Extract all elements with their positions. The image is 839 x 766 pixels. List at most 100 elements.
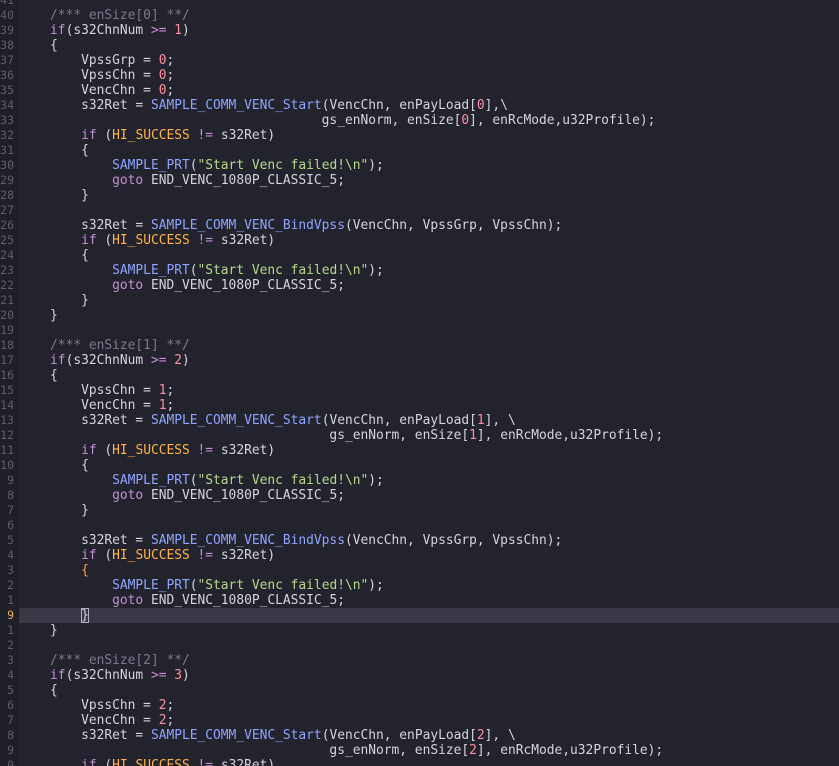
code-line[interactable]: VpssChn = 2; [19,698,839,713]
code-token-plain: ( [96,443,113,458]
code-line[interactable] [19,323,839,338]
code-line[interactable]: { [19,683,839,698]
line-number: 6 [7,698,14,712]
code-line[interactable] [19,0,839,8]
line-number: 9 [7,743,14,757]
line-number: 3 [7,563,14,577]
line-number: 4 [7,548,14,562]
code-line[interactable] [19,638,839,653]
code-line[interactable]: VpssGrp = 0; [19,53,839,68]
code-line[interactable]: /*** enSize[0] **/ [19,8,839,23]
code-line[interactable]: { [19,368,839,383]
code-line[interactable]: s32Ret = SAMPLE_COMM_VENC_BindVpss(VencC… [19,218,839,233]
line-number: 16 [0,368,14,382]
code-line[interactable]: } [19,623,839,638]
code-line[interactable]: goto END_VENC_1080P_CLASSIC_5; [19,173,839,188]
code-line[interactable]: } [19,293,839,308]
line-number: 30 [0,158,14,172]
code-line[interactable]: VencChn = 1; [19,398,839,413]
line-number: 24 [0,248,14,262]
code-line[interactable]: { [19,38,839,53]
code-token-plain: ( [189,473,198,488]
line-number: 31 [0,143,14,157]
code-token-plain: gs_enNorm, enSize[ [19,428,470,443]
code-line[interactable]: if (HI_SUCCESS != s32Ret) [19,548,839,563]
line-number: 17 [0,353,14,367]
code-token-keyword: if [81,128,97,143]
code-token-plain: ) [182,668,190,683]
code-line[interactable]: s32Ret = SAMPLE_COMM_VENC_Start(VencChn,… [19,728,839,743]
line-number: 9 [7,473,14,487]
code-token-number: 3 [174,668,183,683]
code-token-keyword: != [197,443,214,458]
code-line[interactable]: VpssChn = 1; [19,383,839,398]
code-line[interactable] [19,518,839,533]
code-token-plain: (VencChn, VpssGrp, VpssChn); [344,533,563,548]
line-number: 14 [0,398,14,412]
code-editor[interactable]: 41 40 39 38 37 36 35 34 33 32 31 30 29 28 27 26 25 24 23 22… [0,0,839,766]
code-line[interactable]: SAMPLE_PRT("Start Venc failed!\n"); [19,158,839,173]
code-token-plain: END_VENC_1080P_CLASSIC_5; [143,593,345,608]
code-token-macro: HI_SUCCESS [112,233,190,248]
code-token-comment: /*** enSize[2] **/ [50,653,190,668]
current-code-line[interactable]: } [19,608,839,623]
code-line[interactable]: s32Ret = SAMPLE_COMM_VENC_Start(VencChn,… [19,413,839,428]
code-token-plain: ; [166,83,175,98]
code-line[interactable]: SAMPLE_PRT("Start Venc failed!\n"); [19,473,839,488]
code-line[interactable]: if (HI_SUCCESS != s32Ret) [19,443,839,458]
code-token-plain: s32Ret = [19,533,151,548]
code-token-plain: ], \ [484,413,516,428]
code-line[interactable]: if (HI_SUCCESS != s32Ret) [19,128,839,143]
code-line[interactable]: { [19,563,839,578]
code-line[interactable]: gs_enNorm, enSize[2], enRcMode,u32Profil… [19,743,839,758]
code-area[interactable]: /*** enSize[0] **/ if(s32ChnNum >= 1) { … [19,0,839,766]
line-number: 36 [0,68,14,82]
code-token-plain: ( [96,758,113,766]
code-line[interactable]: goto END_VENC_1080P_CLASSIC_5; [19,488,839,503]
code-line[interactable]: goto END_VENC_1080P_CLASSIC_5; [19,593,839,608]
code-token-number: 1 [469,428,477,443]
code-line[interactable]: /*** enSize[2] **/ [19,653,839,668]
code-token-plain: ( [189,263,198,278]
line-number: 0 [7,758,14,766]
code-line[interactable] [19,203,839,218]
code-line[interactable]: /*** enSize[1] **/ [19,338,839,353]
code-line[interactable]: VencChn = 0; [19,83,839,98]
line-number: 9 [7,608,14,622]
line-number: 11 [0,443,14,457]
line-number: 23 [0,263,14,277]
code-line[interactable]: VpssChn = 0; [19,68,839,83]
code-line[interactable]: SAMPLE_PRT("Start Venc failed!\n"); [19,263,839,278]
code-line[interactable]: gs_enNorm, enSize[0], enRcMode,u32Profil… [19,113,839,128]
code-line[interactable]: { [19,248,839,263]
code-line[interactable]: } [19,308,839,323]
code-token-number: 1 [174,23,183,38]
line-number: 1 [7,593,14,607]
code-line[interactable]: } [19,188,839,203]
code-line[interactable]: if(s32ChnNum >= 1) [19,23,839,38]
code-line[interactable]: if (HI_SUCCESS != s32Ret) [19,758,839,766]
code-line[interactable]: s32Ret = SAMPLE_COMM_VENC_Start(VencChn,… [19,98,839,113]
code-token-string: "Start Venc failed!\n" [197,158,369,173]
code-line[interactable]: if(s32ChnNum >= 3) [19,668,839,683]
code-line[interactable]: gs_enNorm, enSize[1], enRcMode,u32Profil… [19,428,839,443]
code-line[interactable]: s32Ret = SAMPLE_COMM_VENC_BindVpss(VencC… [19,533,839,548]
code-line[interactable]: goto END_VENC_1080P_CLASSIC_5; [19,278,839,293]
code-line[interactable]: VencChn = 2; [19,713,839,728]
code-line[interactable]: } [19,503,839,518]
code-token-plain: s32Ret) [213,758,276,766]
code-line[interactable]: SAMPLE_PRT("Start Venc failed!\n"); [19,578,839,593]
code-line[interactable]: { [19,458,839,473]
code-token-plain: s32Ret = [19,98,151,113]
code-line[interactable]: if(s32ChnNum >= 2) [19,353,839,368]
code-line[interactable]: { [19,143,839,158]
code-token-function: SAMPLE_COMM_VENC_Start [150,728,322,743]
code-line[interactable]: if (HI_SUCCESS != s32Ret) [19,233,839,248]
code-token-keyword: goto [112,488,144,503]
